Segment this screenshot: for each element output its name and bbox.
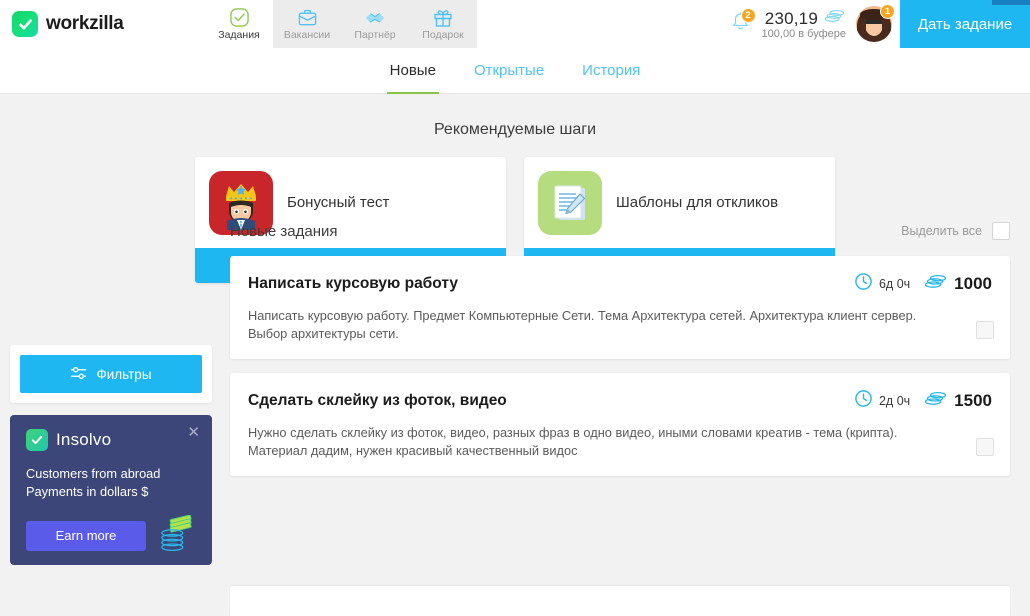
filters-button-label: Фильтры [96,366,152,382]
gift-icon [433,7,453,28]
nav-item-partner[interactable]: Партнёр [341,0,409,48]
tasks-check-icon [229,7,250,28]
top-header: workzilla Задания Вакансии Партнёр Подар… [0,0,1030,48]
select-all-checkbox[interactable] [992,222,1010,240]
nav-item-gift-label: Подарок [422,29,464,41]
task-deadline-text: 6д 0ч [878,277,911,291]
balance-amount: 230,19 [764,8,818,28]
promo-widget: ✕ Insolvo Customers from abroad Payments… [10,415,212,565]
nav-item-partner-label: Партнёр [354,29,396,41]
task-title[interactable]: Сделать склейку из фоток, видео [248,392,507,410]
task-meta: 6д 0ч 1000 [854,272,992,296]
task-price-text: 1000 [954,274,992,293]
check-badge-icon [26,429,48,451]
left-sidebar: Фильтры ✕ Insolvo Customers from abroad … [10,345,212,565]
balance-buffer: 100,00 в буфере [761,27,846,40]
clock-icon [854,272,873,296]
task-deadline-text: 2д 0ч [878,394,911,408]
window-corner-accent [992,0,1030,5]
task-select-checkbox[interactable] [976,321,994,339]
task-price: 1000 [924,274,992,295]
promo-header: Insolvo [26,429,196,451]
filters-panel: Фильтры [10,345,212,403]
task-list-section: Новые задания Выделить все Написать курс… [230,216,1010,490]
nav-item-gift[interactable]: Подарок [409,0,477,48]
brand-name: workzilla [46,13,124,34]
task-list-header: Новые задания Выделить все [230,216,1010,246]
promo-text: Customers from abroad Payments in dollar… [26,465,196,501]
tab-history[interactable]: История [579,48,643,94]
filters-button[interactable]: Фильтры [20,355,202,393]
handshake-icon [364,7,386,28]
task-meta: 2д 0ч 1500 [854,389,992,413]
promo-brand-name: Insolvo [56,430,112,449]
nav-item-vacancies[interactable]: Вакансии [273,0,341,48]
task-deadline: 6д 0ч [854,272,910,296]
task-row[interactable]: Написать курсовую работу 6д 0ч 1000 Напи… [230,256,1010,359]
task-title[interactable]: Написать курсовую работу [248,275,458,293]
recommended-card-label: Шаблоны для откликов [616,194,779,211]
avatar[interactable]: 1 [856,4,895,42]
promo-text-line1: Customers from abroad [26,466,161,481]
select-all-control[interactable]: Выделить все [901,222,1010,240]
sliders-icon [70,366,87,383]
create-task-button[interactable]: Дать задание [900,0,1030,48]
coins-icon [924,274,948,295]
task-description: Написать курсовую работу. Предмет Компью… [248,308,917,341]
briefcase-icon [297,7,318,28]
task-deadline: 2д 0ч [854,389,910,413]
task-row-top: Сделать склейку из фоток, видео 2д 0ч 15… [248,389,992,413]
task-description: Нужно сделать склейку из фоток, видео, р… [248,425,898,458]
close-icon[interactable]: ✕ [187,425,200,440]
task-subtabs: Новые Открытые История [0,48,1030,94]
task-select-checkbox[interactable] [976,438,994,456]
promo-text-line2: Payments in dollars $ [26,484,149,499]
notifications-button[interactable]: 2 [724,7,758,41]
main-nav: Задания Вакансии Партнёр Подарок [205,0,477,48]
nav-item-tasks[interactable]: Задания [205,0,273,48]
header-right-area: 2 230,19 100,00 в буфере 1 Дать задание [724,0,1030,48]
task-row[interactable]: Сделать склейку из фоток, видео 2д 0ч 15… [230,373,1010,476]
task-row-partial[interactable] [230,586,1010,616]
money-stack-icon [158,514,196,556]
avatar-badge: 1 [880,4,895,19]
notifications-badge: 2 [740,8,756,23]
promo-footer: Earn more [26,514,196,556]
coins-icon [824,9,846,29]
tab-new[interactable]: Новые [386,48,440,94]
brand-logo[interactable]: workzilla [0,0,205,48]
nav-item-tasks-label: Задания [218,29,260,41]
recommended-steps-title: Рекомендуемые шаги [433,121,597,138]
balance-block[interactable]: 230,19 100,00 в буфере [762,9,846,40]
balance-row: 230,19 [765,9,846,29]
task-row-top: Написать курсовую работу 6д 0ч 1000 [248,272,992,296]
promo-earn-more-button[interactable]: Earn more [26,520,146,551]
task-list-title: Новые задания [230,222,338,240]
tab-open[interactable]: Открытые [471,48,547,94]
task-price: 1500 [924,391,992,412]
task-price-text: 1500 [954,391,992,410]
recommended-card-label: Бонусный тест [287,194,390,211]
check-badge-icon [12,11,38,37]
select-all-label: Выделить все [901,224,982,238]
clock-icon [854,389,873,413]
nav-item-vacancies-label: Вакансии [283,29,331,41]
coins-icon [924,391,948,412]
